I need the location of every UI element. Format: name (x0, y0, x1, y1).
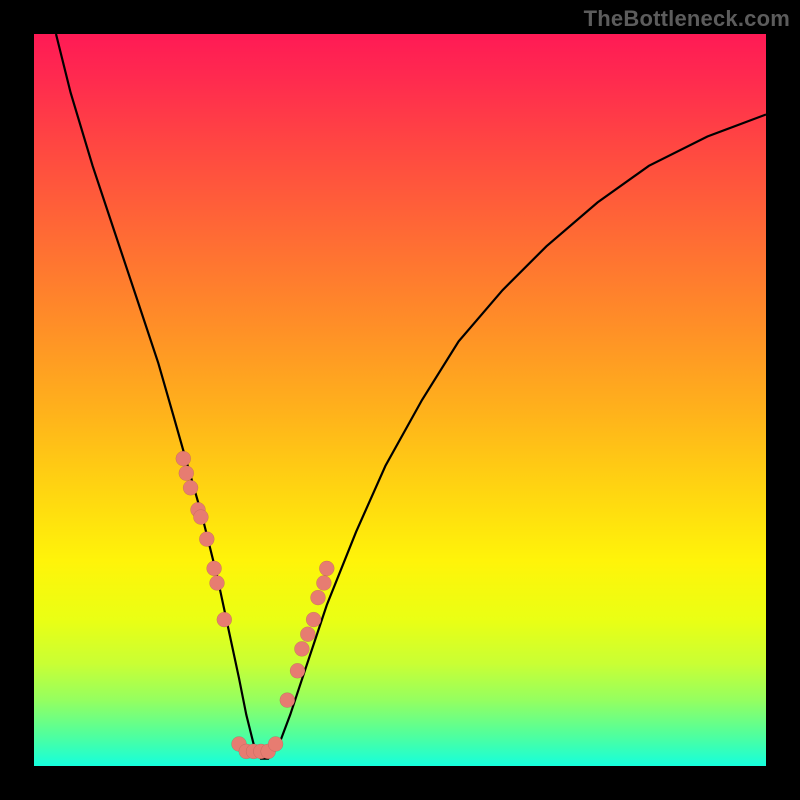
data-point (179, 466, 194, 481)
data-point (217, 612, 232, 627)
data-point (306, 612, 321, 627)
data-point (199, 532, 214, 547)
data-point (280, 693, 295, 708)
data-point (319, 561, 334, 576)
plot-area (34, 34, 766, 766)
data-point (268, 737, 283, 752)
data-point (207, 561, 222, 576)
data-point (193, 510, 208, 525)
data-point (294, 641, 309, 656)
watermark-text: TheBottleneck.com (584, 6, 790, 32)
data-point (290, 663, 305, 678)
chart-frame: TheBottleneck.com (0, 0, 800, 800)
data-point (176, 451, 191, 466)
data-point (210, 576, 225, 591)
data-point (183, 480, 198, 495)
bottleneck-curve (34, 34, 766, 766)
data-point (316, 576, 331, 591)
data-point (311, 590, 326, 605)
data-point (300, 627, 315, 642)
